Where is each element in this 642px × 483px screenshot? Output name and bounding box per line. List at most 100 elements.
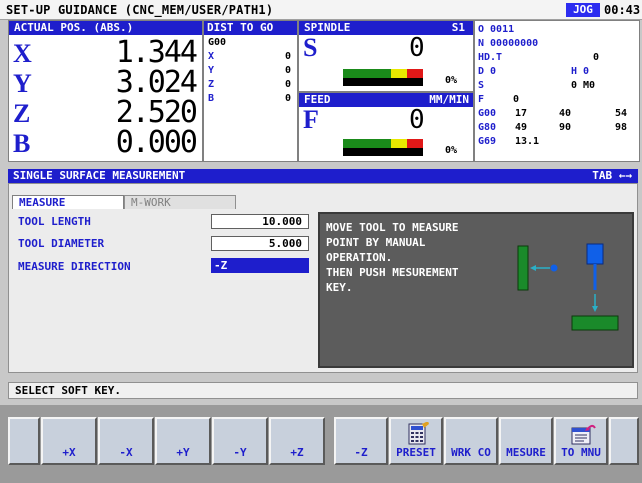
- softkey-minus-x[interactable]: -X: [98, 417, 154, 465]
- section-title-bar: SINGLE SURFACE MEASUREMENT TAB ←→: [8, 169, 638, 183]
- d-offset: D 0: [478, 66, 497, 77]
- gcode-r2c1: G80: [478, 122, 497, 133]
- top-workpiece: [571, 315, 619, 331]
- softkey-right-scroll[interactable]: [609, 417, 639, 465]
- title-bar: SET-UP GUIDANCE (CNC_MEM/USER/PATH1) JOG…: [0, 0, 642, 20]
- spindle-letter: S: [303, 33, 318, 62]
- softkey-minus-z[interactable]: -Z: [334, 417, 388, 465]
- tab-measure[interactable]: MEASURE: [12, 195, 124, 209]
- softkey-minus-y[interactable]: -Y: [212, 417, 268, 465]
- guidance-panel: MOVE TOOL TO MEASURE POINT BY MANUAL OPE…: [318, 212, 634, 368]
- spindle-load-bar: [343, 69, 423, 78]
- dist-b-label: B: [208, 93, 215, 104]
- softkey-measure-label: MESURE: [506, 446, 546, 459]
- spindle-channel: S1: [451, 21, 465, 34]
- softkey-to-menu-label: TO MNU: [561, 446, 601, 459]
- gcode-r1c2: 17: [515, 108, 528, 119]
- softkey-blank[interactable]: [326, 417, 334, 465]
- softkey-plus-z[interactable]: +Z: [269, 417, 325, 465]
- feed-header: FEED MM/MIN: [299, 93, 473, 107]
- tool-diameter-input[interactable]: 5.000: [211, 236, 309, 251]
- feed-value: 0: [409, 105, 425, 135]
- gcode-r2c2: 49: [515, 122, 528, 133]
- spindle-load-red: [407, 69, 423, 78]
- tool-length-label: TOOL LENGTH: [18, 215, 91, 228]
- screen-title: SET-UP GUIDANCE (CNC_MEM/USER/PATH1): [6, 3, 274, 17]
- axis-b-value: 0.000: [115, 125, 198, 160]
- spindle-panel: SPINDLE S1 S 0 0%: [298, 20, 474, 92]
- softkey-plus-y[interactable]: +Y: [155, 417, 211, 465]
- feed-unit: MM/MIN: [429, 93, 469, 106]
- status-message: SELECT SOFT KEY.: [8, 382, 638, 399]
- softkey-minus-z-label: -Z: [354, 446, 368, 459]
- feed-load-red: [407, 139, 423, 148]
- dist-y-label: Y: [208, 65, 215, 76]
- axis-z-label: Z: [13, 99, 31, 128]
- gcode-r3c2: 13.1: [515, 136, 540, 147]
- guidance-text: MOVE TOOL TO MEASURE POINT BY MANUAL OPE…: [326, 221, 459, 294]
- tab-m-work-label: M-WORK: [131, 196, 171, 209]
- feed-load-yellow: [391, 139, 407, 148]
- softkey-plus-z-label: +Z: [290, 446, 304, 459]
- tab-switch-hint[interactable]: TAB ←→: [592, 169, 632, 183]
- spindle-load-green: [343, 69, 391, 78]
- tab-m-work[interactable]: M-WORK: [124, 195, 236, 209]
- s-label: S: [478, 80, 485, 91]
- feed-panel: FEED MM/MIN F 0 0%: [298, 92, 474, 162]
- sequence-number: N 00000000: [478, 38, 539, 49]
- feed-letter: F: [303, 105, 319, 134]
- gcode-r2c4: 98: [615, 122, 628, 133]
- measure-direction-select[interactable]: -Z: [211, 258, 309, 273]
- axis-y-label: Y: [13, 69, 32, 98]
- measure-direction-label: MEASURE DIRECTION: [18, 260, 131, 273]
- spindle-load-track: [343, 78, 423, 86]
- softkey-to-menu[interactable]: TO MNU: [554, 417, 608, 465]
- dist-x-label: X: [208, 51, 215, 62]
- tool-diameter-label: TOOL DIAMETER: [18, 237, 105, 250]
- menu-return-icon: [571, 424, 596, 445]
- gcode-r1c1: G00: [478, 108, 497, 119]
- calculator-icon: [408, 422, 429, 445]
- dist-z-label: Z: [208, 79, 215, 90]
- softkey-preset-label: PRESET: [396, 446, 436, 459]
- spindle-value: 0: [409, 33, 425, 63]
- actual-position-panel: ACTUAL POS. (ABS.) X 1.344 Y 3.024 Z 2.5…: [8, 20, 203, 162]
- gcode-r2c3: 90: [559, 122, 572, 133]
- softkey-work-coord[interactable]: WRK CO: [444, 417, 498, 465]
- dist-to-go-panel: DIST TO GO G00 X 0 Y 0 Z 0 B 0: [203, 20, 298, 162]
- clock: 00:43:01: [604, 3, 642, 17]
- spindle-load-yellow: [391, 69, 407, 78]
- measurement-diagram: [517, 243, 619, 331]
- feed-load-text: 0%: [445, 145, 458, 156]
- hdt-value: 0: [593, 52, 600, 63]
- modal-info-panel: O 0011 N 00000000 HD.T 0 D 0 H 0 S 0 M0 …: [474, 20, 640, 162]
- dist-z-value: 0: [284, 79, 291, 90]
- program-number: O 0011: [478, 24, 515, 35]
- top-arrow-head: [592, 306, 598, 312]
- h-offset: H 0: [571, 66, 590, 77]
- hdt-label: HD.T: [478, 52, 503, 63]
- spindle-header: SPINDLE S1: [299, 21, 473, 35]
- actual-position-header: ACTUAL POS. (ABS.): [9, 21, 202, 35]
- feed-load-track: [343, 148, 423, 156]
- f-label: F: [478, 94, 485, 105]
- tab-measure-label: MEASURE: [19, 196, 66, 209]
- axis-b-label: B: [13, 129, 31, 158]
- gcode-r1c3: 40: [559, 108, 572, 119]
- softkey-minus-y-label: -Y: [233, 446, 247, 459]
- gcode-r1c4: 54: [615, 108, 628, 119]
- softkey-preset[interactable]: PRESET: [389, 417, 443, 465]
- dist-y-value: 0: [284, 65, 291, 76]
- softkey-minus-x-label: -X: [119, 446, 133, 459]
- feed-load-green: [343, 139, 391, 148]
- s-value: 0 M0: [571, 80, 596, 91]
- softkey-left-scroll[interactable]: [8, 417, 40, 465]
- dist-to-go-header: DIST TO GO: [204, 21, 297, 35]
- softkey-plus-x[interactable]: +X: [41, 417, 97, 465]
- softkey-plus-y-label: +Y: [176, 446, 190, 459]
- side-workpiece: [517, 245, 529, 291]
- dist-gcode: G00: [208, 37, 227, 48]
- softkey-measure[interactable]: MESURE: [499, 417, 553, 465]
- tool-length-input[interactable]: 10.000: [211, 214, 309, 229]
- mode-badge: JOG: [566, 3, 600, 17]
